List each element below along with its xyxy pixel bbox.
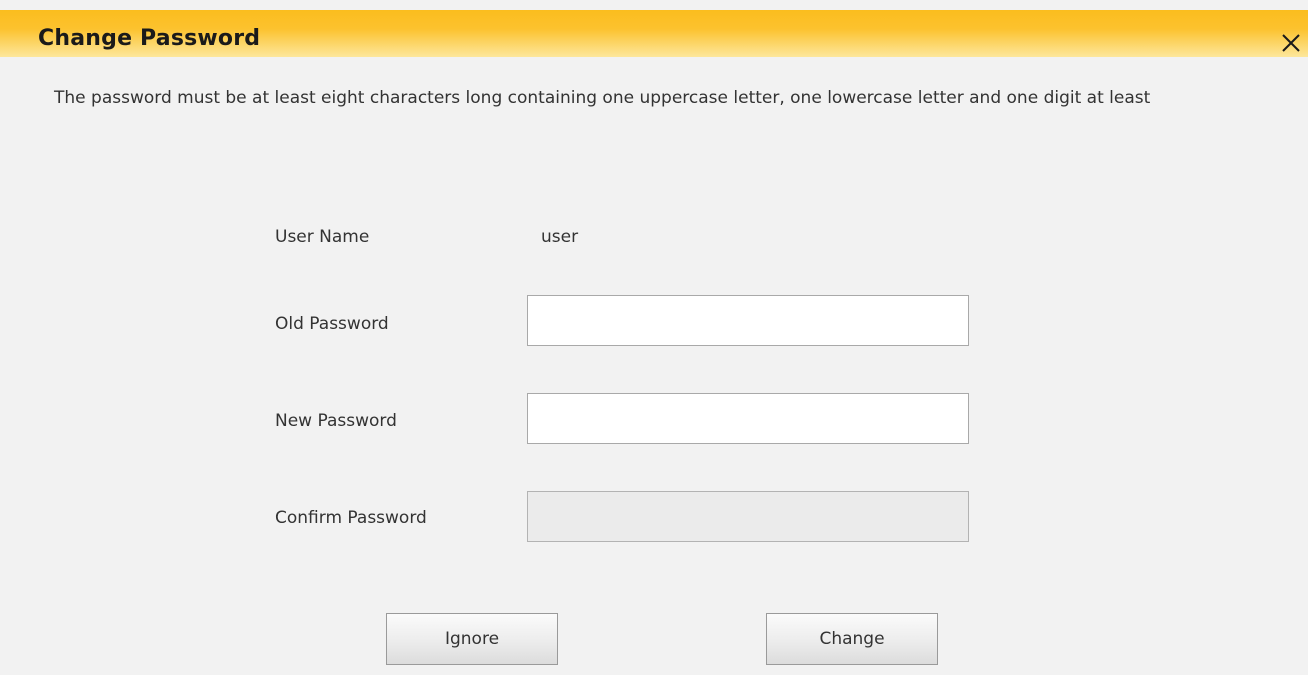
user-name-label: User Name [275,227,370,247]
password-requirements-text: The password must be at least eight char… [54,88,1151,108]
change-password-dialog: Change Password The password must be at … [0,0,1308,675]
close-icon[interactable] [1278,30,1304,56]
user-name-value: user [541,227,579,247]
confirm-password-label: Confirm Password [275,508,427,528]
change-button[interactable]: Change [766,613,938,665]
ignore-button[interactable]: Ignore [386,613,558,665]
new-password-input[interactable] [527,393,969,444]
title-bar: Change Password [0,10,1308,57]
dialog-title: Change Password [38,26,261,51]
old-password-input[interactable] [527,295,969,346]
old-password-label: Old Password [275,314,389,334]
confirm-password-input[interactable] [527,491,969,542]
new-password-label: New Password [275,411,397,431]
